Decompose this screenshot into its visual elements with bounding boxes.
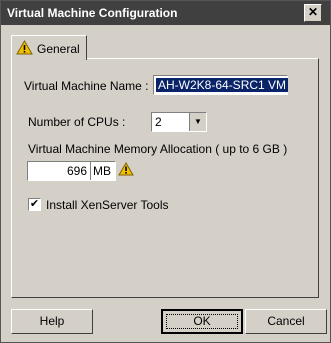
cpus-value: 2 <box>155 115 162 129</box>
window-title: Virtual Machine Configuration <box>7 6 178 20</box>
xen-tools-checkbox[interactable]: ✔ <box>28 198 41 211</box>
memory-value: 696 <box>66 164 87 178</box>
tab-strip: General <box>1 25 330 60</box>
vm-name-label: Virtual Machine Name : <box>24 79 149 93</box>
ok-button[interactable]: OK <box>161 309 243 334</box>
warning-icon <box>16 39 33 58</box>
chevron-down-icon[interactable]: ▼ <box>189 113 206 131</box>
cpus-label: Number of CPUs : <box>28 115 126 129</box>
title-bar[interactable]: Virtual Machine Configuration ✕ <box>1 1 330 25</box>
memory-divider <box>90 162 91 180</box>
focus-rect <box>166 314 238 329</box>
memory-unit: MB <box>93 164 111 178</box>
dialog-window: Virtual Machine Configuration ✕ General … <box>0 0 331 343</box>
cancel-button[interactable]: Cancel <box>245 309 327 334</box>
memory-warning-icon <box>118 162 134 179</box>
tab-general[interactable]: General <box>11 35 87 60</box>
cpus-select[interactable]: 2 ▼ <box>151 112 207 132</box>
help-button[interactable]: Help <box>11 309 93 334</box>
vm-name-value: AH-W2K8-64-SRC1 VM <box>156 78 289 92</box>
xen-tools-label[interactable]: Install XenServer Tools <box>46 198 169 212</box>
close-button[interactable]: ✕ <box>304 4 322 22</box>
memory-label: Virtual Machine Memory Allocation ( up t… <box>28 142 288 156</box>
memory-input[interactable]: 696 MB <box>27 161 116 181</box>
tab-general-label: General <box>37 42 80 56</box>
vm-name-input[interactable]: AH-W2K8-64-SRC1 VM <box>153 75 289 95</box>
